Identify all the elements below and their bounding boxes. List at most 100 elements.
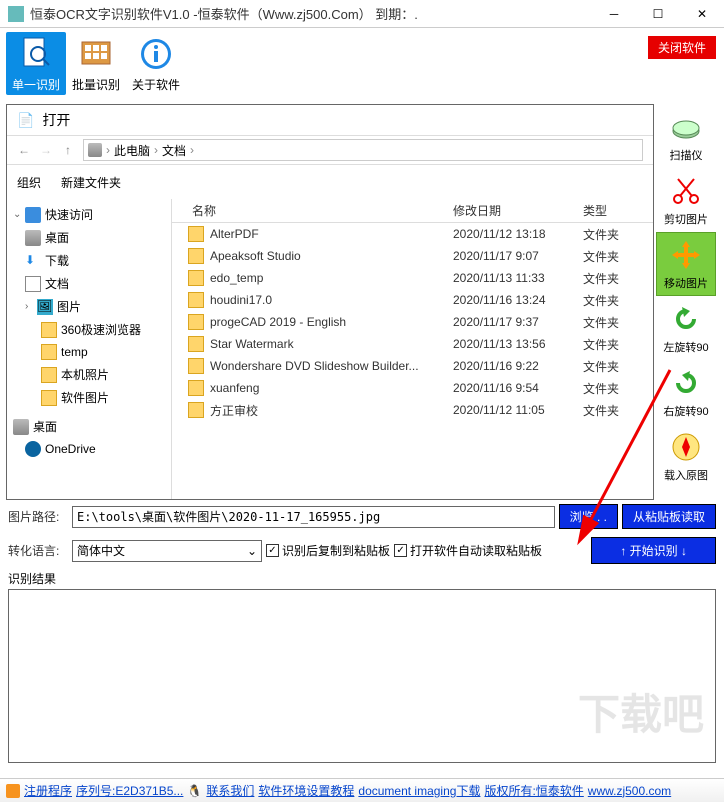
read-clipboard-button[interactable]: 从粘贴板读取 — [622, 504, 716, 529]
result-label: 识别结果 — [0, 568, 724, 589]
folder-icon — [188, 336, 204, 352]
folder-icon — [188, 380, 204, 396]
window-title: 恒泰OCR文字识别软件V1.0 -恒泰软件（Www.zj500.Com） 到期：… — [30, 4, 592, 23]
single-recognize-button[interactable]: 单一识别 — [6, 32, 66, 95]
cut-image-button[interactable]: 剪切图片 — [656, 168, 716, 232]
tree-pictures[interactable]: ›🖼图片 — [7, 295, 171, 318]
desktop-icon — [13, 419, 29, 435]
table-row[interactable]: Star Watermark2020/11/13 13:56文件夹 — [172, 333, 653, 355]
document-magnify-icon — [16, 34, 56, 74]
maximize-button[interactable]: ☐ — [636, 0, 680, 28]
folder-icon — [188, 314, 204, 330]
close-button[interactable]: ✕ — [680, 0, 724, 28]
address-bar[interactable]: › 此电脑 › 文档 › — [83, 139, 643, 161]
table-row[interactable]: 方正审校2020/11/12 11:05文件夹 — [172, 399, 653, 421]
start-recognize-button[interactable]: ↑ 开始识别 ↓ — [591, 537, 716, 564]
tree-documents[interactable]: 文档 — [7, 272, 171, 295]
folder-icon — [188, 226, 204, 242]
chevron-down-icon: ⌄ — [247, 544, 257, 558]
app-icon — [8, 6, 24, 22]
new-folder-button[interactable]: 新建文件夹 — [61, 174, 121, 191]
table-row[interactable]: edo_temp2020/11/13 11:33文件夹 — [172, 267, 653, 289]
table-row[interactable]: AlterPDF2020/11/12 13:18文件夹 — [172, 223, 653, 245]
desktop-icon — [25, 230, 41, 246]
auto-read-clipboard-checkbox[interactable]: ✓打开软件自动读取粘贴板 — [394, 542, 542, 559]
col-date[interactable]: 修改日期 — [453, 202, 583, 219]
table-row[interactable]: houdini17.02020/11/16 13:24文件夹 — [172, 289, 653, 311]
navigation-tree[interactable]: ⌄快速访问 桌面 ⬇下载 文档 ›🖼图片 360极速浏览器 temp 本机照片 … — [7, 199, 172, 499]
rotate-left-button[interactable]: 左旋转90 — [656, 296, 716, 360]
load-original-button[interactable]: 载入原图 — [656, 424, 716, 488]
tree-downloads[interactable]: ⬇下载 — [7, 249, 171, 272]
col-type[interactable]: 类型 — [583, 202, 653, 219]
table-row[interactable]: Wondershare DVD Slideshow Builder...2020… — [172, 355, 653, 377]
site-link[interactable]: www.zj500.com — [588, 784, 671, 798]
about-button[interactable]: 关于软件 — [126, 32, 186, 95]
rotate-right-icon — [668, 365, 704, 401]
serial-link[interactable]: 序列号:E2D371B5... — [76, 782, 183, 799]
move-image-button[interactable]: 移动图片 — [656, 232, 716, 296]
result-textarea[interactable] — [8, 589, 716, 763]
browse-button[interactable]: 浏览 . . — [559, 504, 618, 529]
image-path-input[interactable] — [72, 506, 555, 528]
language-select[interactable]: 简体中文 ⌄ — [72, 540, 262, 562]
onedrive-icon — [25, 441, 41, 457]
grid-icon — [76, 34, 116, 74]
column-headers[interactable]: 名称 修改日期 类型 — [172, 199, 653, 223]
organize-menu[interactable]: 组织 — [17, 174, 41, 191]
tree-softpics-folder[interactable]: 软件图片 — [7, 386, 171, 409]
copy-after-recognize-checkbox[interactable]: ✓识别后复制到粘贴板 — [266, 542, 390, 559]
tree-onedrive[interactable]: OneDrive — [7, 438, 171, 460]
scissors-icon — [668, 173, 704, 209]
lang-label: 转化语言: — [8, 542, 68, 559]
nav-back-button[interactable]: ← — [13, 139, 35, 161]
dialog-title: 打开 — [42, 110, 70, 130]
file-open-dialog: 📄 打开 ← → ↑ › 此电脑 › 文档 › 组织 新建文件夹 ⌄快速访问 桌… — [6, 104, 654, 500]
shield-icon — [6, 784, 20, 798]
close-software-button[interactable]: 关闭软件 — [648, 36, 716, 59]
table-row[interactable]: xuanfeng2020/11/16 9:54文件夹 — [172, 377, 653, 399]
register-link[interactable]: 注册程序 — [24, 782, 72, 799]
doc-imaging-link[interactable]: document imaging下载 — [358, 782, 480, 799]
copyright-link[interactable]: 版权所有:恒泰软件 — [484, 782, 583, 799]
info-icon — [136, 34, 176, 74]
pin-icon — [25, 207, 41, 223]
tree-desktop[interactable]: 桌面 — [7, 226, 171, 249]
rotate-left-icon — [668, 301, 704, 337]
batch-recognize-button[interactable]: 批量识别 — [66, 32, 126, 95]
path-label: 图片路径: — [8, 508, 68, 525]
status-bar: 注册程序 序列号:E2D371B5... 🐧 联系我们 软件环境设置教程 doc… — [0, 778, 724, 802]
tree-browser-folder[interactable]: 360极速浏览器 — [7, 318, 171, 341]
folder-icon — [41, 390, 57, 406]
nav-up-button[interactable]: ↑ — [57, 139, 79, 161]
folder-icon — [188, 248, 204, 264]
qq-icon: 🐧 — [187, 784, 202, 798]
nav-forward-button[interactable]: → — [35, 139, 57, 161]
table-row[interactable]: progeCAD 2019 - English2020/11/17 9:37文件… — [172, 311, 653, 333]
table-row[interactable]: Apeaksoft Studio2020/11/17 9:07文件夹 — [172, 245, 653, 267]
page-icon: 📄 — [17, 112, 34, 129]
picture-icon: 🖼 — [37, 299, 53, 315]
col-name[interactable]: 名称 — [172, 202, 453, 219]
folder-icon — [188, 358, 204, 374]
move-icon — [668, 237, 704, 273]
document-icon — [25, 276, 41, 292]
folder-icon — [41, 344, 57, 360]
contact-link[interactable]: 联系我们 — [206, 782, 254, 799]
folder-icon — [188, 402, 204, 418]
compass-icon — [668, 429, 704, 465]
env-tutorial-link[interactable]: 软件环境设置教程 — [258, 782, 354, 799]
rotate-right-button[interactable]: 右旋转90 — [656, 360, 716, 424]
pc-icon — [88, 143, 102, 157]
folder-icon — [41, 367, 57, 383]
tree-temp-folder[interactable]: temp — [7, 341, 171, 363]
tree-localpics-folder[interactable]: 本机照片 — [7, 363, 171, 386]
minimize-button[interactable]: ─ — [592, 0, 636, 28]
tree-desktop2[interactable]: 桌面 — [7, 415, 171, 438]
scanner-button[interactable]: 扫描仪 — [656, 104, 716, 168]
folder-icon — [188, 270, 204, 286]
folder-icon — [41, 322, 57, 338]
download-icon: ⬇ — [25, 253, 41, 269]
scanner-icon — [668, 109, 704, 145]
tree-quick-access[interactable]: ⌄快速访问 — [7, 203, 171, 226]
